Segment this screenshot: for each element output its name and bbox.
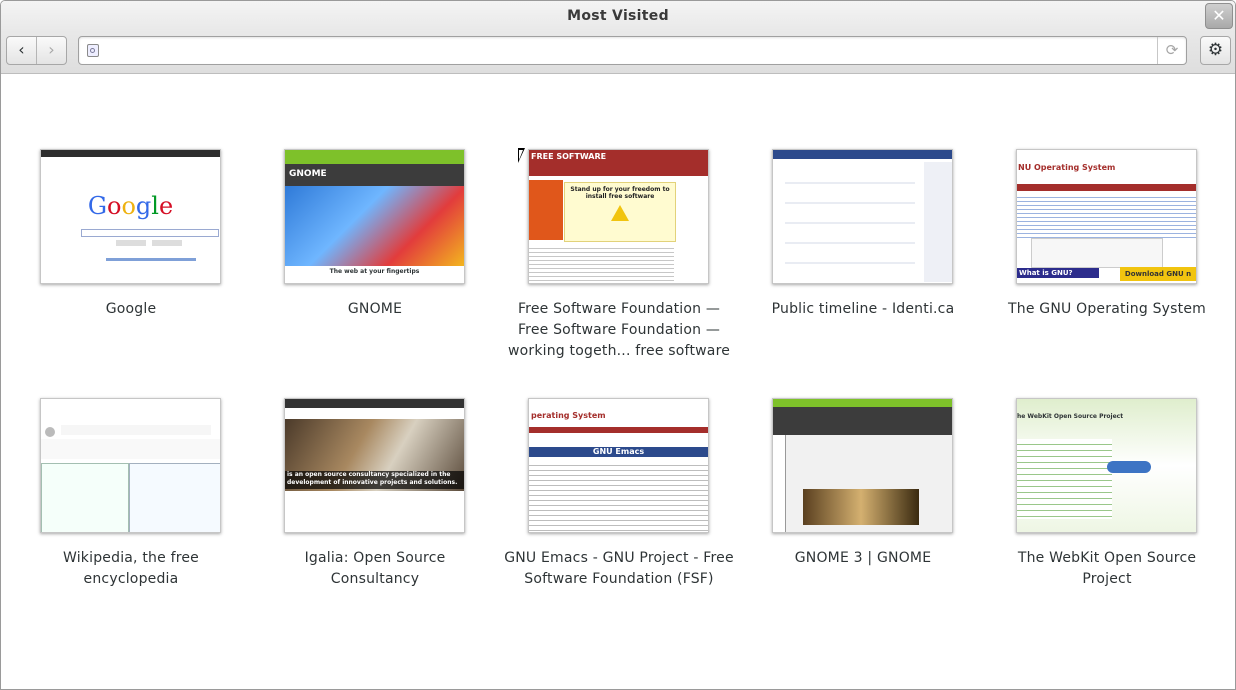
tile-caption: GNOME 3 | GNOME	[794, 550, 932, 566]
thumb-nav	[773, 407, 952, 435]
tile-caption: The GNU Operating System	[1008, 301, 1206, 317]
thumb-site-name: perating System	[531, 411, 606, 420]
thumb-topbar	[41, 150, 220, 157]
tile-caption: GNU Emacs - GNU Project - Free Software …	[504, 550, 734, 587]
thumb-site-name: GNOME	[289, 169, 327, 179]
thumb-header: FREE SOFTWARE	[529, 150, 708, 176]
tile-caption: Public timeline - Identi.ca	[771, 301, 955, 317]
thumb-banner	[61, 425, 211, 435]
thumbnail-emacs[interactable]: perating System GNU Emacs	[528, 398, 709, 533]
thumb-side-banner	[529, 180, 563, 240]
thumbnail-gnu[interactable]: NU Operating System What is GNU? Downloa…	[1016, 149, 1197, 284]
thumb-heading: What is GNU?	[1017, 268, 1099, 278]
thumb-sidebar	[924, 162, 952, 282]
tile-caption: Wikipedia, the free encyclopedia	[62, 550, 199, 587]
address-bar[interactable]: ⟳	[78, 36, 1187, 65]
thumb-site-name: NU Operating System	[1018, 163, 1116, 172]
thumb-topbar	[285, 150, 464, 164]
thumb-featured-article	[41, 463, 129, 532]
tile-caption: Free Software Foundation — Free Software…	[507, 301, 731, 359]
navigation-buttons: ‹ ›	[6, 36, 67, 65]
thumb-hero-image	[285, 186, 464, 266]
thumb-warning-box: Stand up for your freedom to install fre…	[564, 182, 676, 242]
settings-menu-button[interactable]: ⚙	[1200, 36, 1231, 65]
thumb-header: NU Operating System	[1017, 150, 1196, 184]
thumb-photo	[803, 489, 919, 525]
thumbnail-gnome[interactable]: GNOME The web at your fingertips	[284, 149, 465, 284]
close-button[interactable]: ✕	[1205, 3, 1233, 29]
thumb-download-button: Download GNU n	[1120, 267, 1196, 281]
thumb-title: GNU Emacs	[529, 447, 708, 457]
thumb-info-box	[1031, 238, 1163, 268]
thumbnail-google[interactable]: Google	[40, 149, 221, 284]
thumb-text-lines	[1017, 439, 1112, 519]
browser-window: Most Visited ✕ ‹ › ⟳ ⚙ Google Google GNO…	[0, 0, 1236, 690]
title-bar[interactable]: Most Visited ✕	[1, 1, 1235, 33]
thumb-warning-text: Stand up for your freedom to install fre…	[570, 186, 670, 200]
thumbnail-gnome3[interactable]	[772, 398, 953, 533]
tile-caption: Google	[105, 301, 157, 317]
thumb-nav	[285, 399, 464, 408]
thumb-title: he WebKit Open Source Project	[1017, 413, 1124, 420]
thumbnail-webkit[interactable]: he WebKit Open Source Project	[1016, 398, 1197, 533]
thumb-text-lines	[529, 461, 708, 532]
page-icon	[87, 44, 99, 57]
thumb-nav	[1017, 184, 1196, 191]
thumb-topbar	[773, 399, 952, 407]
mouse-pointer-icon	[518, 148, 525, 163]
thumb-wikipedia-logo	[45, 427, 55, 437]
thumbnail-fsf[interactable]: FREE SOFTWARE Stand up for your freedom …	[528, 149, 709, 284]
thumb-buttons	[116, 240, 186, 246]
thumb-in-the-news	[129, 463, 220, 532]
toolbar: ‹ › ⟳ ⚙	[1, 33, 1235, 74]
thumb-tagline: The web at your fingertips	[285, 266, 464, 283]
thumbnail-igalia[interactable]: is an open source consultancy specialize…	[284, 398, 465, 533]
thumb-download-button	[1107, 461, 1151, 473]
url-input[interactable]	[107, 40, 1151, 62]
thumb-links	[106, 258, 196, 261]
tile-caption: The WebKit Open Source Project	[1017, 550, 1197, 587]
tile-caption: Igalia: Open Source Consultancy	[304, 550, 446, 587]
thumb-nav	[529, 427, 708, 433]
back-button[interactable]: ‹	[7, 37, 36, 64]
thumbnail-wikipedia[interactable]	[40, 398, 221, 533]
thumb-google-logo: Google	[87, 192, 174, 220]
thumb-search-box	[81, 229, 219, 237]
forward-button[interactable]: ›	[36, 37, 66, 64]
thumb-header	[773, 150, 952, 159]
thumb-text-lines	[529, 245, 674, 283]
thumb-nav: GNOME	[285, 164, 464, 186]
thumb-site-name: FREE SOFTWARE	[531, 152, 607, 161]
thumb-tagline: is an open source consultancy specialize…	[285, 471, 464, 489]
thumb-posts	[785, 164, 915, 282]
warning-icon	[611, 205, 629, 221]
reload-button[interactable]: ⟳	[1157, 37, 1186, 64]
thumb-language-links	[1017, 194, 1196, 238]
tile-caption: GNOME	[347, 301, 403, 317]
thumbnail-identica[interactable]	[772, 149, 953, 284]
window-title: Most Visited	[567, 8, 669, 24]
thumb-welcome	[41, 439, 220, 459]
